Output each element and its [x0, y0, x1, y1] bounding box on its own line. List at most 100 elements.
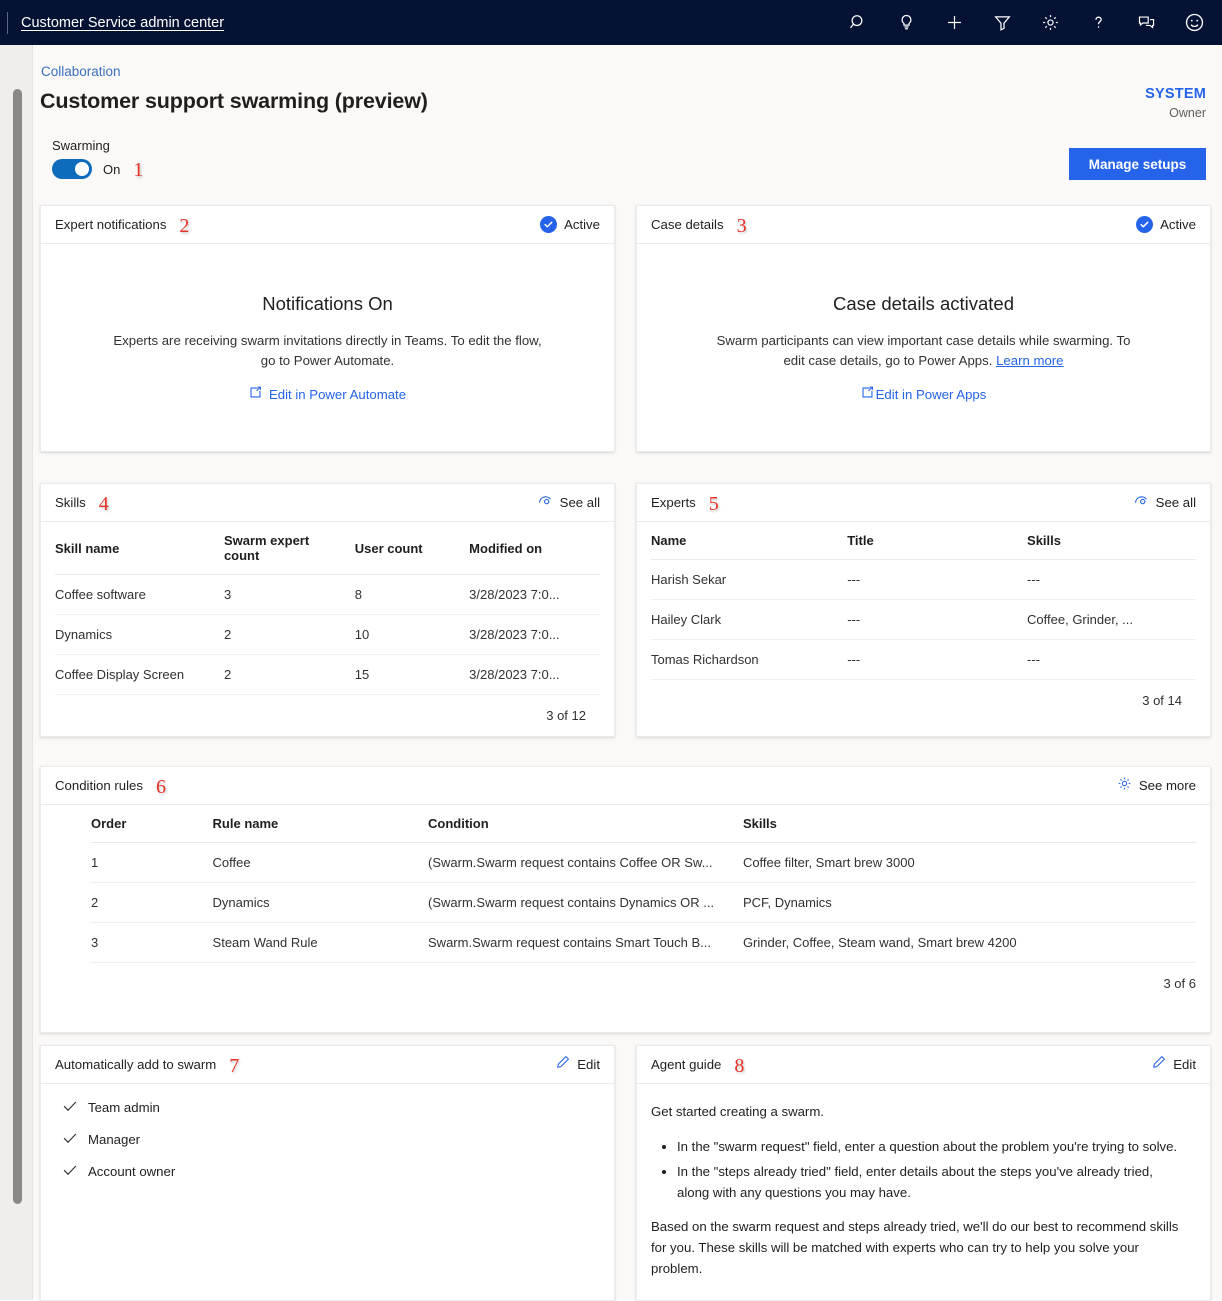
skills-see-all-label: See all: [560, 495, 600, 510]
filter-icon[interactable]: [978, 0, 1026, 45]
experts-see-all-label: See all: [1156, 495, 1196, 510]
table-row[interactable]: Hailey Clark --- Coffee, Grinder, ...: [651, 600, 1196, 640]
page-title: Customer support swarming (preview): [40, 89, 428, 114]
auto-add-list: Team admin Manager Account owner: [41, 1084, 614, 1179]
column-header: Swarm expert count: [224, 522, 355, 575]
agent-guide-edit-label: Edit: [1173, 1057, 1196, 1072]
cell-order: 2: [91, 883, 213, 923]
case-details-hero-title: Case details activated: [833, 293, 1014, 315]
cell-rule-name-link[interactable]: Coffee: [213, 843, 428, 883]
breadcrumb[interactable]: Collaboration: [41, 64, 121, 79]
column-header: Skill name: [55, 522, 224, 575]
see-all-icon: [538, 494, 553, 512]
status-badge: Active: [564, 217, 600, 232]
expert-notifications-header: Expert notifications 2 Active: [41, 206, 614, 244]
gear-icon[interactable]: [1026, 0, 1074, 45]
cell-modified-on: 3/28/2023 7:0...: [469, 615, 600, 655]
cell-title: ---: [847, 600, 1027, 640]
column-header: Modified on: [469, 522, 600, 575]
smiley-icon[interactable]: [1170, 0, 1218, 45]
skills-see-all-button[interactable]: See all: [538, 494, 600, 512]
external-link-icon: [249, 386, 262, 402]
table-row[interactable]: Dynamics 2 10 3/28/2023 7:0...: [55, 615, 600, 655]
edit-in-power-automate-link[interactable]: Edit in Power Automate: [249, 386, 406, 402]
experts-see-all-button[interactable]: See all: [1134, 494, 1196, 512]
cell-order: 1: [91, 843, 213, 883]
agent-guide-card: Agent guide 8 Edit Get started creating …: [636, 1045, 1211, 1301]
cell-rule-name-link[interactable]: Dynamics: [213, 883, 428, 923]
vertical-scrollbar-thumb[interactable]: [13, 89, 22, 1204]
table-row[interactable]: Coffee Display Screen 2 15 3/28/2023 7:0…: [55, 655, 600, 695]
nav-divider: [7, 12, 8, 34]
check-icon: [63, 1100, 77, 1115]
cell-skills: ---: [1027, 640, 1196, 680]
skills-card: Skills 4 See all Skill name Swarm expert…: [40, 483, 615, 737]
list-item-label: Account owner: [88, 1164, 175, 1179]
condition-rules-table-wrapper: Order Rule name Condition Skills 1 Coffe…: [41, 805, 1210, 991]
case-details-card: Case details 3 Active Case details activ…: [636, 205, 1211, 452]
agent-guide-outro: Based on the swarm request and steps alr…: [651, 1217, 1188, 1280]
agent-guide-header: Agent guide 8 Edit: [637, 1046, 1210, 1084]
cell-skills: Grinder, Coffee, Steam wand, Smart brew …: [743, 923, 1196, 963]
condition-rules-see-more-button[interactable]: See more: [1117, 776, 1196, 796]
card-title: Case details: [651, 217, 724, 232]
table-row[interactable]: 1 Coffee (Swarm.Swarm request contains C…: [91, 843, 1196, 883]
cell-name: Tomas Richardson: [651, 640, 847, 680]
table-row[interactable]: 3 Steam Wand Rule Swarm.Swarm request co…: [91, 923, 1196, 963]
manage-setups-button[interactable]: Manage setups: [1069, 148, 1206, 180]
plus-icon[interactable]: [930, 0, 978, 45]
check-circle-icon: [540, 216, 557, 233]
table-row[interactable]: Harish Sekar --- ---: [651, 560, 1196, 600]
skills-header: Skills 4 See all: [41, 484, 614, 522]
app-title-link[interactable]: Customer Service admin center: [21, 15, 224, 31]
condition-rules-see-more-label: See more: [1139, 778, 1196, 793]
condition-rules-card: Condition rules 6 See more Order Rule na…: [40, 766, 1211, 1033]
experts-table-wrapper: Name Title Skills Harish Sekar --- --- H…: [637, 522, 1210, 708]
condition-rules-header: Condition rules 6 See more: [41, 767, 1210, 805]
cell-user-count: 8: [355, 575, 469, 615]
table-header-row: Order Rule name Condition Skills: [91, 805, 1196, 843]
auto-add-edit-button[interactable]: Edit: [556, 1055, 600, 1074]
list-item: Account owner: [63, 1164, 614, 1179]
lightbulb-icon[interactable]: [882, 0, 930, 45]
agent-guide-body: Get started creating a swarm. In the "sw…: [637, 1084, 1210, 1280]
edit-in-power-apps-link[interactable]: Edit in Power Apps: [861, 386, 987, 402]
help-icon[interactable]: [1074, 0, 1122, 45]
expert-notifications-card: Expert notifications 2 Active Notificati…: [40, 205, 615, 452]
case-details-body: Case details activated Swarm participant…: [637, 244, 1210, 451]
cell-rule-name-link[interactable]: Steam Wand Rule: [213, 923, 428, 963]
table-row[interactable]: Coffee software 3 8 3/28/2023 7:0...: [55, 575, 600, 615]
column-header: Skills: [1027, 522, 1196, 560]
column-header: User count: [355, 522, 469, 575]
agent-guide-bullet-list: In the "swarm request" field, enter a qu…: [677, 1137, 1188, 1204]
cell-condition: (Swarm.Swarm request contains Dynamics O…: [428, 883, 743, 923]
cell-skills: Coffee, Grinder, ...: [1027, 600, 1196, 640]
swarming-toggle[interactable]: [52, 159, 92, 179]
table-header-row: Skill name Swarm expert count User count…: [55, 522, 600, 575]
column-header: Order: [91, 805, 213, 843]
check-circle-icon: [1136, 216, 1153, 233]
cell-title: ---: [847, 640, 1027, 680]
auto-add-edit-label: Edit: [577, 1057, 600, 1072]
top-navigation-icon-group: [834, 0, 1222, 45]
feedback-icon[interactable]: [1122, 0, 1170, 45]
learn-more-link[interactable]: Learn more: [996, 353, 1063, 368]
cell-modified-on: 3/28/2023 7:0...: [469, 655, 600, 695]
cell-swarm-expert-count: 2: [224, 655, 355, 695]
list-item-label: Manager: [88, 1132, 140, 1147]
card-title: Condition rules: [55, 778, 143, 793]
table-row[interactable]: 2 Dynamics (Swarm.Swarm request contains…: [91, 883, 1196, 923]
condition-rules-table: Order Rule name Condition Skills 1 Coffe…: [91, 805, 1196, 963]
top-navigation-bar: Customer Service admin center: [0, 0, 1222, 45]
cell-skill-name: Dynamics: [55, 615, 224, 655]
check-icon: [63, 1132, 77, 1147]
owner-info: SYSTEM Owner: [1145, 86, 1206, 120]
swarming-label: Swarming: [52, 138, 143, 153]
case-details-description-text: Swarm participants can view important ca…: [717, 333, 1131, 368]
search-icon[interactable]: [834, 0, 882, 45]
cell-swarm-expert-count: 2: [224, 615, 355, 655]
annotation-marker-8: 8: [734, 1056, 744, 1076]
annotation-marker-4: 4: [99, 494, 109, 514]
table-row[interactable]: Tomas Richardson --- ---: [651, 640, 1196, 680]
agent-guide-edit-button[interactable]: Edit: [1152, 1055, 1196, 1074]
